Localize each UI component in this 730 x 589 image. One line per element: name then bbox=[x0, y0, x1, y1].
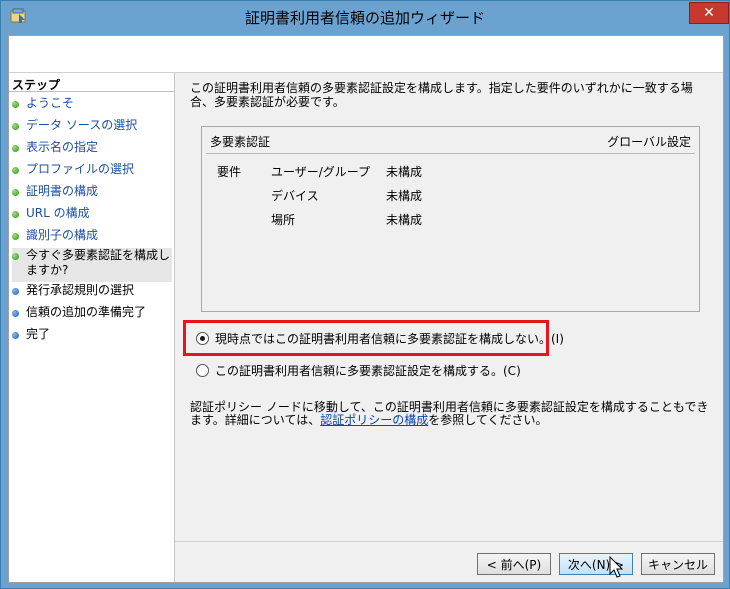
step-choose-profile[interactable]: プロファイルの選択 bbox=[12, 162, 172, 177]
wizard-client-area: ステップ ようこそ データ ソースの選択 表示名の指定 プロファイルの選択 証明… bbox=[8, 35, 724, 583]
step-pending-icon bbox=[12, 288, 19, 295]
auth-policy-link[interactable]: 認証ポリシーの構成 bbox=[320, 413, 428, 427]
step-label: ようこそ bbox=[26, 96, 75, 110]
step-select-data-source[interactable]: データ ソースの選択 bbox=[12, 118, 172, 133]
intro-text: この証明書利用者信頼の多要素認証設定を構成します。指定した要件のいずれかに一致す… bbox=[190, 81, 693, 109]
step-label: 識別子の構成 bbox=[26, 228, 99, 242]
requirement-users-groups: ユーザー/グループ bbox=[271, 165, 371, 179]
close-icon: ✕ bbox=[703, 5, 715, 21]
step-label: 信頼の追加の準備完了 bbox=[26, 305, 147, 319]
note-text: 認証ポリシー ノードに移動して、この証明書利用者信頼に多要素認証設定を構成するこ… bbox=[190, 401, 710, 427]
radio-configure-mfa[interactable]: この証明書利用者信頼に多要素認証設定を構成する。(C) bbox=[196, 362, 521, 379]
back-button[interactable]: < 前へ(P) bbox=[477, 553, 551, 575]
step-complete-icon bbox=[12, 101, 19, 108]
step-specify-display-name[interactable]: 表示名の指定 bbox=[12, 140, 172, 155]
close-button[interactable]: ✕ bbox=[689, 2, 729, 24]
requirement-location: 場所 bbox=[271, 213, 296, 227]
wizard-window: 証明書利用者信頼の追加ウィザード ✕ ステップ ようこそ データ ソースの選択 … bbox=[0, 0, 730, 589]
step-configure-certificate[interactable]: 証明書の構成 bbox=[12, 184, 172, 199]
requirement-value: 未構成 bbox=[386, 213, 423, 227]
radio-checked-icon bbox=[196, 332, 209, 345]
step-complete-icon bbox=[12, 211, 19, 218]
note-suffix: を参照してください。 bbox=[428, 413, 548, 427]
step-complete-icon bbox=[12, 189, 19, 196]
steps-pane: ステップ ようこそ データ ソースの選択 表示名の指定 プロファイルの選択 証明… bbox=[9, 73, 175, 582]
window-title: 証明書利用者信頼の追加ウィザード bbox=[244, 9, 485, 27]
step-configure-identifiers[interactable]: 識別子の構成 bbox=[12, 228, 172, 243]
requirement-value: 未構成 bbox=[386, 165, 423, 179]
requirements-label: 要件 bbox=[217, 165, 242, 179]
radio-do-not-configure-mfa[interactable]: 現時点ではこの証明書利用者信頼に多要素認証を構成しない。(I) bbox=[196, 330, 564, 347]
step-welcome[interactable]: ようこそ bbox=[12, 96, 172, 111]
steps-divider bbox=[9, 91, 174, 92]
header-band bbox=[9, 36, 723, 73]
mfa-header-label: 多要素認証 bbox=[210, 135, 271, 149]
step-finish[interactable]: 完了 bbox=[12, 327, 172, 342]
radio-label: 現時点ではこの証明書利用者信頼に多要素認証を構成しない。(I) bbox=[215, 332, 564, 346]
mouse-cursor-icon bbox=[609, 556, 624, 578]
title-bar[interactable]: 証明書利用者信頼の追加ウィザード ✕ bbox=[1, 1, 729, 35]
step-pending-icon bbox=[12, 332, 19, 339]
step-configure-url[interactable]: URL の構成 bbox=[12, 206, 172, 221]
step-label: 証明書の構成 bbox=[26, 184, 99, 198]
step-configure-mfa[interactable]: 今すぐ多要素認証を構成しますか? bbox=[12, 248, 172, 282]
global-settings-label: グローバル設定 bbox=[607, 135, 691, 149]
step-complete-icon bbox=[12, 167, 19, 174]
mfa-settings-box: 多要素認証 グローバル設定 要件 ユーザー/グループ 未構成 デバイス 未構成 … bbox=[201, 126, 700, 312]
requirement-value: 未構成 bbox=[386, 189, 423, 203]
step-complete-icon bbox=[12, 233, 19, 240]
main-pane: この証明書利用者信頼の多要素認証設定を構成します。指定した要件のいずれかに一致す… bbox=[175, 73, 723, 582]
radio-unchecked-icon bbox=[196, 364, 209, 377]
step-label: データ ソースの選択 bbox=[26, 118, 138, 132]
step-current-icon bbox=[12, 253, 19, 260]
step-label: 今すぐ多要素認証を構成しますか? bbox=[26, 248, 171, 277]
step-label: 完了 bbox=[26, 327, 51, 341]
mfa-divider bbox=[206, 153, 695, 154]
requirement-devices: デバイス bbox=[271, 189, 319, 203]
step-label: プロファイルの選択 bbox=[26, 162, 135, 176]
cancel-button[interactable]: キャンセル bbox=[641, 553, 715, 575]
step-complete-icon bbox=[12, 123, 19, 130]
step-issuance-rules[interactable]: 発行承認規則の選択 bbox=[12, 283, 172, 298]
radio-label: この証明書利用者信頼に多要素認証設定を構成する。(C) bbox=[215, 364, 521, 378]
step-label: URL の構成 bbox=[26, 206, 90, 220]
step-label: 表示名の指定 bbox=[26, 140, 99, 154]
step-ready-to-add[interactable]: 信頼の追加の準備完了 bbox=[12, 305, 172, 320]
step-pending-icon bbox=[12, 310, 19, 317]
button-divider bbox=[175, 541, 723, 542]
step-label: 発行承認規則の選択 bbox=[26, 283, 135, 297]
step-complete-icon bbox=[12, 145, 19, 152]
